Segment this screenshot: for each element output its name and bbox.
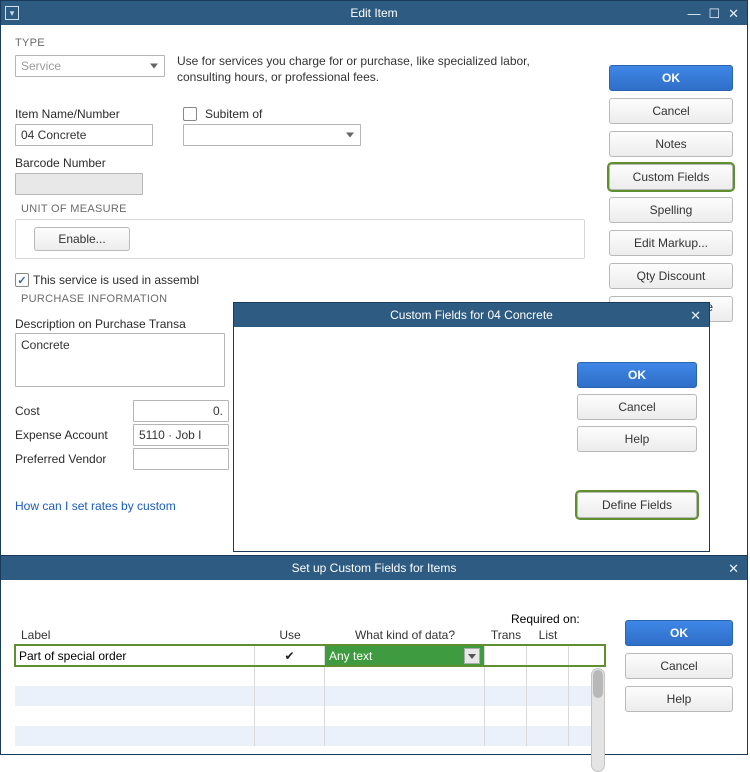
expense-account-field[interactable]: 5110 · Job I: [133, 424, 229, 446]
close-icon[interactable]: ✕: [690, 309, 701, 322]
subitem-checkbox[interactable]: [183, 107, 197, 121]
row-kind-value: Any text: [329, 649, 372, 663]
row-list-cell[interactable]: [527, 646, 569, 666]
type-dropdown[interactable]: Service: [15, 55, 165, 77]
col-list: List: [527, 628, 569, 645]
col-trans: Trans: [485, 628, 527, 645]
subitem-dropdown[interactable]: [183, 124, 361, 146]
purchase-desc-field[interactable]: Concrete: [15, 333, 225, 387]
row-kind-dropdown[interactable]: Any text: [325, 646, 485, 666]
close-icon[interactable]: ✕: [728, 7, 739, 20]
cf-ok-button[interactable]: OK: [577, 362, 697, 388]
custom-fields-table: Required on: Label Use What kind of data…: [15, 614, 605, 746]
custom-fields-titlebar[interactable]: Custom Fields for 04 Concrete ✕: [234, 303, 709, 327]
custom-fields-title: Custom Fields for 04 Concrete: [234, 308, 709, 322]
chevron-down-icon: [150, 64, 158, 69]
setup-ok-button[interactable]: OK: [625, 620, 733, 646]
row-trans-cell[interactable]: [485, 646, 527, 666]
col-use: Use: [255, 628, 325, 645]
enable-uom-button[interactable]: Enable...: [34, 227, 130, 251]
cf-cancel-button[interactable]: Cancel: [577, 394, 697, 420]
row-label-cell[interactable]: Part of special order: [15, 646, 255, 666]
chevron-down-icon: [464, 648, 480, 664]
purchase-desc-value: Concrete: [21, 338, 70, 352]
close-icon[interactable]: ✕: [728, 562, 739, 575]
chevron-down-icon: [346, 133, 354, 138]
notes-button[interactable]: Notes: [609, 131, 733, 157]
subitem-label: Subitem of: [205, 107, 262, 121]
spelling-button[interactable]: Spelling: [609, 197, 733, 223]
setup-titlebar[interactable]: Set up Custom Fields for Items ✕: [1, 556, 747, 580]
table-row[interactable]: Part of special order Any text: [15, 646, 605, 666]
edit-item-title: Edit Item: [1, 6, 747, 20]
cf-help-button[interactable]: Help: [577, 426, 697, 452]
item-name-field[interactable]: 04 Concrete: [15, 124, 153, 146]
preferred-vendor-label: Preferred Vendor: [15, 452, 127, 466]
edit-item-titlebar[interactable]: ▾ Edit Item — ☐ ✕: [1, 1, 747, 25]
table-row[interactable]: [15, 666, 605, 686]
custom-fields-body: OK Cancel Help Define Fields: [234, 327, 709, 551]
type-value: Service: [21, 59, 61, 73]
window-menu-icon[interactable]: ▾: [5, 6, 19, 20]
item-name-value: 04 Concrete: [21, 128, 86, 142]
ok-button[interactable]: OK: [609, 65, 733, 91]
check-icon: [284, 649, 294, 663]
setup-custom-fields-window: Set up Custom Fields for Items ✕ OK Canc…: [0, 555, 748, 755]
type-help-text: Use for services you charge for or purch…: [177, 37, 585, 85]
table-scrollbar[interactable]: [591, 668, 605, 772]
minimize-icon[interactable]: —: [687, 7, 700, 20]
barcode-field[interactable]: [15, 173, 143, 195]
expense-account-value: 5110 · Job I: [139, 428, 201, 442]
setup-body: OK Cancel Help Required on: Label Use Wh…: [1, 580, 747, 754]
used-in-assembly-checkbox[interactable]: [15, 273, 29, 287]
item-name-label: Item Name/Number: [15, 107, 165, 121]
custom-fields-window: Custom Fields for 04 Concrete ✕ OK Cance…: [233, 302, 710, 552]
define-fields-button[interactable]: Define Fields: [577, 492, 697, 518]
table-row[interactable]: [15, 726, 605, 746]
setup-cancel-button[interactable]: Cancel: [625, 653, 733, 679]
edit-markup-button[interactable]: Edit Markup...: [609, 230, 733, 256]
qty-discount-button[interactable]: Qty Discount: [609, 263, 733, 289]
table-row[interactable]: [15, 706, 605, 726]
cost-label: Cost: [15, 404, 127, 418]
row-label-value: Part of special order: [19, 649, 126, 663]
cost-value: 0.: [213, 404, 223, 418]
scrollbar-thumb[interactable]: [593, 670, 603, 698]
type-label: TYPE: [15, 37, 165, 49]
expense-account-label: Expense Account: [15, 428, 127, 442]
required-on-label: Required on:: [511, 612, 580, 626]
row-use-cell[interactable]: [255, 646, 325, 666]
used-in-assembly-label: This service is used in assembl: [33, 273, 199, 287]
maximize-icon[interactable]: ☐: [708, 7, 720, 20]
col-kind: What kind of data?: [325, 628, 485, 645]
table-row[interactable]: [15, 686, 605, 706]
preferred-vendor-field[interactable]: [133, 448, 229, 470]
col-label: Label: [15, 628, 255, 645]
rates-help-link[interactable]: How can I set rates by custom: [15, 499, 176, 513]
setup-title: Set up Custom Fields for Items: [1, 561, 747, 575]
custom-fields-button[interactable]: Custom Fields: [609, 164, 733, 190]
cost-field[interactable]: 0.: [133, 400, 229, 422]
setup-help-button[interactable]: Help: [625, 686, 733, 712]
cancel-button[interactable]: Cancel: [609, 98, 733, 124]
